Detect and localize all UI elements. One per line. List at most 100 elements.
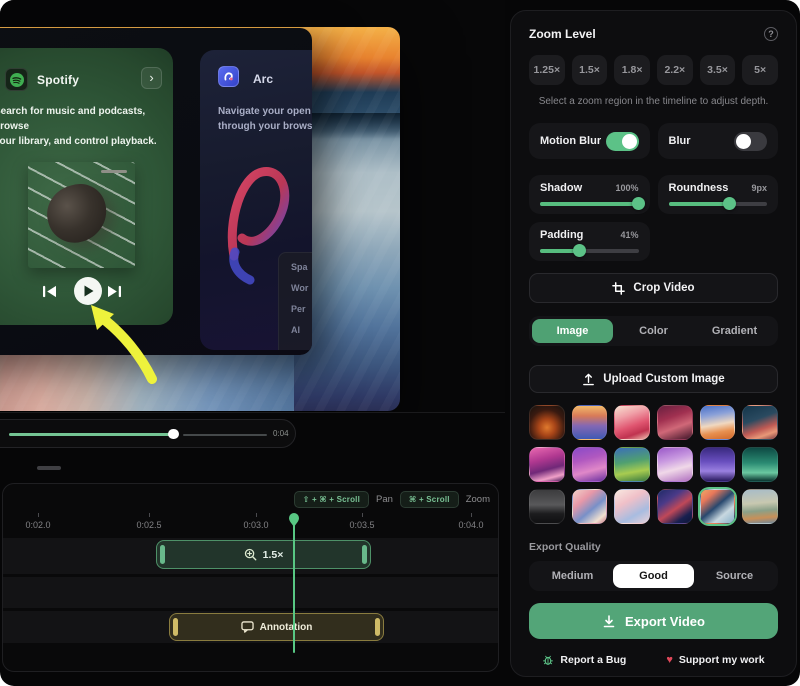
app-window: Spotify › Search for music and podcasts,… (0, 0, 800, 686)
spotify-open-button[interactable]: › (141, 67, 162, 89)
recorded-screen-frame: Spotify › Search for music and podcasts,… (0, 28, 312, 355)
video-preview-canvas[interactable]: Spotify › Search for music and podcasts,… (0, 0, 505, 413)
play-button[interactable] (74, 277, 102, 305)
shadow-slider[interactable] (540, 202, 639, 206)
play-icon (84, 285, 94, 297)
crop-video-button[interactable]: Crop Video (529, 273, 778, 303)
quality-medium[interactable]: Medium (532, 564, 613, 588)
context-menu-overlay: Spa Wor Per AI (278, 252, 312, 350)
wallpaper-thumbnail-selected[interactable] (700, 489, 736, 524)
zoom-in-icon (244, 548, 257, 561)
arc-app-icon (218, 66, 239, 87)
arc-card-description: Navigate your open tab through your brow… (218, 104, 312, 134)
wallpaper-thumbnail[interactable] (572, 447, 608, 482)
timeline-panel: ⇧ + ⌘ + Scroll Pan ⌘ + Scroll Zoom 0:02.… (2, 483, 499, 672)
album-art-caption (101, 170, 127, 173)
menu-item[interactable]: Spa (291, 262, 312, 283)
wallpaper-thumbnail[interactable] (742, 447, 778, 482)
wallpaper-thumbnail[interactable] (742, 489, 778, 524)
wallpaper-thumbnail[interactable] (742, 405, 778, 440)
motion-blur-toggle[interactable] (606, 132, 639, 151)
album-art-figure (40, 177, 115, 250)
blur-card: Blur (658, 123, 779, 159)
crop-icon (612, 282, 625, 295)
upload-custom-image-button[interactable]: Upload Custom Image (529, 365, 778, 393)
playback-controls (0, 277, 173, 307)
wallpaper-thumbnail[interactable] (614, 447, 650, 482)
menu-item[interactable]: Per (291, 304, 312, 325)
playback-scrubber[interactable]: 0:04 (0, 419, 296, 448)
wallpaper-thumbnail[interactable] (614, 489, 650, 524)
spotify-app-icon (5, 68, 28, 91)
pan-shortcut-badge: ⇧ + ⌘ + Scroll (294, 491, 369, 508)
duration-label: 0:04 (273, 429, 289, 438)
zoom-option-button[interactable]: 2.2× (657, 55, 693, 85)
wallpaper-thumbnail[interactable] (572, 489, 608, 524)
export-video-button[interactable]: Export Video (529, 603, 778, 639)
panel-resize-handle[interactable] (37, 466, 61, 470)
wallpaper-thumbnail[interactable] (529, 447, 565, 482)
wallpaper-thumbnail[interactable] (657, 447, 693, 482)
roundness-slider[interactable] (669, 202, 768, 206)
zoom-level-title: Zoom Level (529, 27, 596, 41)
arc-card-title: Arc (253, 72, 273, 86)
wallpaper-thumbnail[interactable] (700, 447, 736, 482)
spotify-card-title: Spotify (37, 73, 79, 87)
clip-track[interactable] (3, 577, 498, 608)
scrubber-knob[interactable] (168, 429, 179, 440)
roundness-slider-card: Roundness 9px (658, 175, 779, 214)
export-quality-label: Export Quality (529, 541, 778, 553)
wallpaper-thumbnail[interactable] (529, 489, 565, 524)
tab-gradient[interactable]: Gradient (694, 319, 775, 343)
wallpaper-thumbnail[interactable] (614, 405, 650, 440)
upload-icon (582, 373, 595, 386)
padding-value: 41% (620, 230, 638, 240)
wallpaper-thumbnail[interactable] (700, 405, 736, 440)
zoom-option-button[interactable]: 1.25× (529, 55, 565, 85)
wallpaper-thumbnail[interactable] (529, 405, 565, 440)
quality-good[interactable]: Good (613, 564, 694, 588)
zoom-shortcut-badge: ⌘ + Scroll (400, 491, 459, 508)
blur-toggle[interactable] (734, 132, 767, 151)
spotify-card-description: Search for music and podcasts, browse yo… (0, 104, 170, 149)
wallpaper-thumbnail[interactable] (572, 405, 608, 440)
pan-label: Pan (376, 494, 393, 505)
roundness-value: 9px (751, 183, 767, 193)
help-icon[interactable]: ? (764, 27, 778, 41)
menu-item[interactable]: AI (291, 325, 312, 346)
spotify-logo-icon (9, 72, 25, 88)
zoom-segment[interactable]: 1.5× (156, 540, 371, 569)
zoom-option-button[interactable]: 3.5× (700, 55, 736, 85)
report-bug-link[interactable]: Report a Bug (542, 654, 626, 666)
tab-color[interactable]: Color (613, 319, 694, 343)
wallpaper-thumbnail[interactable] (657, 489, 693, 524)
zoom-hint-text: Select a zoom region in the timeline to … (529, 96, 778, 107)
spotify-card: Spotify › Search for music and podcasts,… (0, 48, 173, 325)
padding-slider[interactable] (540, 249, 639, 253)
shadow-slider-card: Shadow 100% (529, 175, 650, 214)
scrubber-remaining-track (183, 434, 267, 436)
export-quality-tabs: Medium Good Source (529, 561, 778, 591)
playhead-handle[interactable] (288, 512, 300, 527)
timeline-shortcuts: ⇧ + ⌘ + Scroll Pan ⌘ + Scroll Zoom (294, 491, 490, 508)
support-link[interactable]: ♥ Support my work (666, 654, 764, 666)
arc-card: Arc Navigate your open tab through your … (200, 50, 312, 350)
previous-track-icon[interactable] (42, 285, 57, 298)
zoom-level-options: 1.25× 1.5× 1.8× 2.2× 3.5× 5× (529, 55, 778, 85)
download-icon (602, 614, 616, 628)
zoom-option-button[interactable]: 1.5× (572, 55, 608, 85)
padding-slider-card: Padding 41% (529, 222, 650, 261)
editor-area: Spotify › Search for music and podcasts,… (0, 0, 505, 686)
tab-image[interactable]: Image (532, 319, 613, 343)
annotation-segment[interactable]: Annotation (169, 613, 384, 641)
chevron-right-icon: › (149, 70, 153, 85)
quality-source[interactable]: Source (694, 564, 775, 588)
next-track-icon[interactable] (107, 285, 122, 298)
annotation-bubble-icon (241, 621, 254, 633)
playhead-line[interactable] (293, 523, 295, 653)
zoom-option-button[interactable]: 1.8× (614, 55, 650, 85)
wallpaper-gallery (529, 405, 778, 524)
wallpaper-thumbnail[interactable] (657, 405, 693, 440)
menu-item[interactable]: Wor (291, 283, 312, 304)
zoom-option-button[interactable]: 5× (742, 55, 778, 85)
